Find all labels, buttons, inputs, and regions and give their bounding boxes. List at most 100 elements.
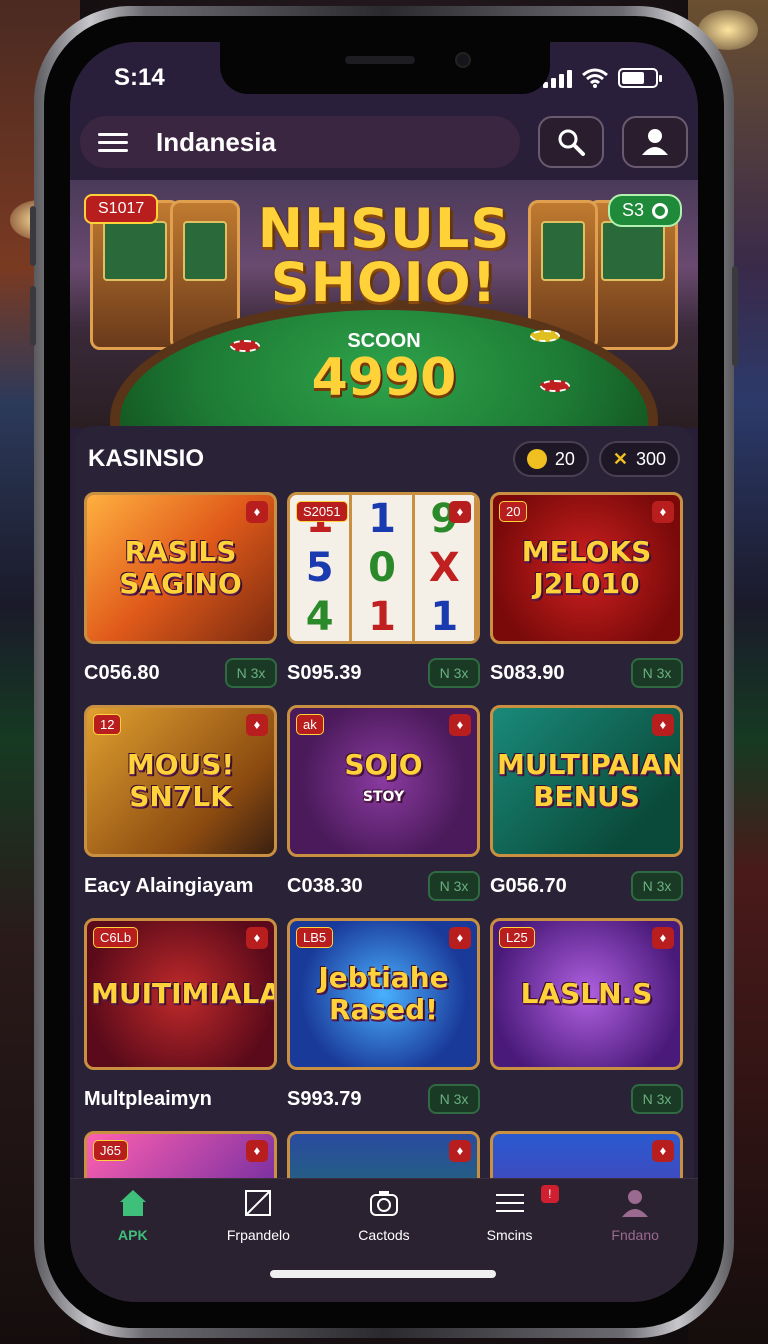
- profile-button[interactable]: [622, 116, 688, 168]
- camera-icon: [368, 1187, 400, 1219]
- game-thumbnail[interactable]: MOUS! SN7LK 12 ♦: [84, 705, 277, 857]
- play-button[interactable]: N 3x: [631, 658, 683, 688]
- game-thumbnail[interactable]: ♦: [287, 1131, 480, 1178]
- nav-label: Cactods: [358, 1227, 410, 1243]
- game-card[interactable]: 1541019X1S2051♦S095.39N 3x: [287, 492, 480, 705]
- reel-symbol: X: [428, 544, 460, 591]
- game-thumbnail[interactable]: SOJO STOY ak ♦: [287, 705, 480, 857]
- app-header: Indanesia: [80, 114, 688, 170]
- phone-bezel: S:14 Indanesia NHSULS SHOIO! SCOON 4990 …: [44, 16, 724, 1328]
- game-card[interactable]: J65 ♦: [84, 1131, 277, 1178]
- game-card[interactable]: MELOKS J2L010 20 ♦ S083.90 N 3x: [490, 492, 683, 705]
- front-camera: [455, 52, 471, 68]
- game-title-text: RASILS SAGINO: [119, 535, 242, 600]
- play-button[interactable]: N 3x: [631, 871, 683, 901]
- reel-symbol: 1: [430, 593, 459, 640]
- headline-line-2: SHOIO!: [270, 251, 498, 314]
- toggle-icon: [652, 202, 668, 219]
- coin-counter[interactable]: 20: [512, 441, 589, 477]
- game-thumbnail[interactable]: J65 ♦: [84, 1131, 277, 1178]
- game-badge: ak: [296, 714, 324, 735]
- favorite-icon[interactable]: ♦: [246, 1140, 268, 1162]
- game-subtitle: STOY: [362, 789, 405, 805]
- coin-icon: [526, 449, 547, 469]
- game-card[interactable]: MUITIMIALALK C6Lb ♦ Multpleaimyn: [84, 918, 277, 1131]
- game-price: C056.80: [84, 661, 160, 684]
- game-thumbnail[interactable]: LASLN.S L25 ♦: [490, 918, 683, 1070]
- game-thumbnail[interactable]: MULTIPAIAN BENUS ♦: [490, 705, 683, 857]
- game-price: Multpleaimyn: [84, 1087, 212, 1110]
- play-button[interactable]: N 3x: [631, 1084, 683, 1114]
- play-button[interactable]: N 3x: [428, 871, 480, 901]
- multiplier-counter[interactable]: ✕ 300: [598, 441, 680, 477]
- game-meta: Multpleaimyn: [84, 1070, 277, 1128]
- game-card[interactable]: SOJO STOY ak ♦ C038.30 N 3x: [287, 705, 480, 918]
- game-price: S083.90: [490, 661, 565, 684]
- game-badge: C6Lb: [93, 927, 139, 948]
- banner-tag-right[interactable]: S3: [607, 194, 682, 227]
- user-icon: [642, 129, 668, 155]
- game-title: SOJO STOY: [290, 749, 477, 813]
- game-title-text: MOUS! SN7LK: [126, 748, 235, 813]
- game-title-text: MUITIMIALALK: [91, 977, 274, 1010]
- game-card[interactable]: ♦: [287, 1131, 480, 1178]
- play-button[interactable]: N 3x: [428, 1084, 480, 1114]
- title-bar: Indanesia: [80, 116, 520, 168]
- promo-banner[interactable]: NHSULS SHOIO! SCOON 4990 S1017 S3: [70, 180, 698, 428]
- game-thumbnail[interactable]: 1541019X1S2051♦: [287, 492, 480, 644]
- favorite-icon[interactable]: ♦: [449, 1140, 471, 1162]
- game-card[interactable]: LASLN.S L25 ♦ N 3x: [490, 918, 683, 1131]
- game-title: LASLN.S: [493, 978, 680, 1010]
- game-meta: S993.79 N 3x: [287, 1070, 480, 1128]
- banner-headline: NHSULS SHOIO!: [70, 202, 698, 310]
- favorite-icon[interactable]: ♦: [246, 927, 268, 949]
- game-card[interactable]: Snosu♦: [490, 1131, 683, 1178]
- game-card[interactable]: RASILS SAGINO ♦ C056.80 N 3x: [84, 492, 277, 705]
- favorite-icon[interactable]: ♦: [652, 714, 674, 736]
- game-card[interactable]: MOUS! SN7LK 12 ♦ Eacy Alaingiayam: [84, 705, 277, 918]
- game-price: S095.39: [287, 661, 362, 684]
- home-indicator[interactable]: [270, 1270, 496, 1278]
- nav-item-frame[interactable]: Frpandelo: [196, 1187, 322, 1302]
- hamburger-menu-icon[interactable]: [98, 132, 128, 152]
- slot-reel: 101: [352, 495, 415, 641]
- game-thumbnail[interactable]: RASILS SAGINO ♦: [84, 492, 277, 644]
- game-title-text: MULTIPAIAN BENUS: [497, 748, 683, 813]
- play-button[interactable]: N 3x: [225, 658, 277, 688]
- profile-icon: [619, 1187, 651, 1219]
- game-price: C038.30: [287, 874, 363, 897]
- reel-symbol: 1: [368, 593, 396, 640]
- game-thumbnail[interactable]: Snosu♦: [490, 1131, 683, 1178]
- favorite-icon[interactable]: ♦: [652, 1140, 674, 1162]
- game-thumbnail[interactable]: MUITIMIALALK C6Lb ♦: [84, 918, 277, 1070]
- game-title: MELOKS J2L010: [493, 536, 680, 600]
- game-badge: L25: [499, 927, 535, 948]
- play-button[interactable]: N 3x: [428, 658, 480, 688]
- nav-item-camera[interactable]: Cactods: [321, 1187, 447, 1302]
- nav-item-profile[interactable]: Fndano: [572, 1187, 698, 1302]
- favorite-icon[interactable]: ♦: [246, 714, 268, 736]
- game-price: S993.79: [287, 1087, 362, 1110]
- favorite-icon[interactable]: ♦: [449, 501, 471, 523]
- game-thumbnail[interactable]: MELOKS J2L010 20 ♦: [490, 492, 683, 644]
- favorite-icon[interactable]: ♦: [449, 714, 471, 736]
- game-price: Eacy Alaingiayam: [84, 874, 254, 897]
- game-card[interactable]: Jebtiahe Rased! LB5 ♦ S993.79 N 3x: [287, 918, 480, 1131]
- game-card[interactable]: MULTIPAIAN BENUS ♦ G056.70 N 3x: [490, 705, 683, 918]
- power-button: [732, 266, 738, 366]
- game-title: MULTIPAIAN BENUS: [493, 749, 680, 813]
- nav-item-home[interactable]: APK: [70, 1187, 196, 1302]
- game-meta: S083.90 N 3x: [490, 644, 683, 702]
- favorite-icon[interactable]: ♦: [449, 927, 471, 949]
- nav-item-menu-list[interactable]: ! Smcins: [447, 1185, 573, 1302]
- favorite-icon[interactable]: ♦: [652, 501, 674, 523]
- section-header: KASINSIO 20 ✕ 300: [74, 426, 694, 492]
- status-time: S:14: [114, 64, 165, 91]
- search-button[interactable]: [538, 116, 604, 168]
- favorite-icon[interactable]: ♦: [246, 501, 268, 523]
- coin-count: 20: [554, 448, 575, 469]
- favorite-icon[interactable]: ♦: [652, 927, 674, 949]
- volume-button: [30, 286, 36, 346]
- game-thumbnail[interactable]: Jebtiahe Rased! LB5 ♦: [287, 918, 480, 1070]
- game-meta: Eacy Alaingiayam: [84, 857, 277, 915]
